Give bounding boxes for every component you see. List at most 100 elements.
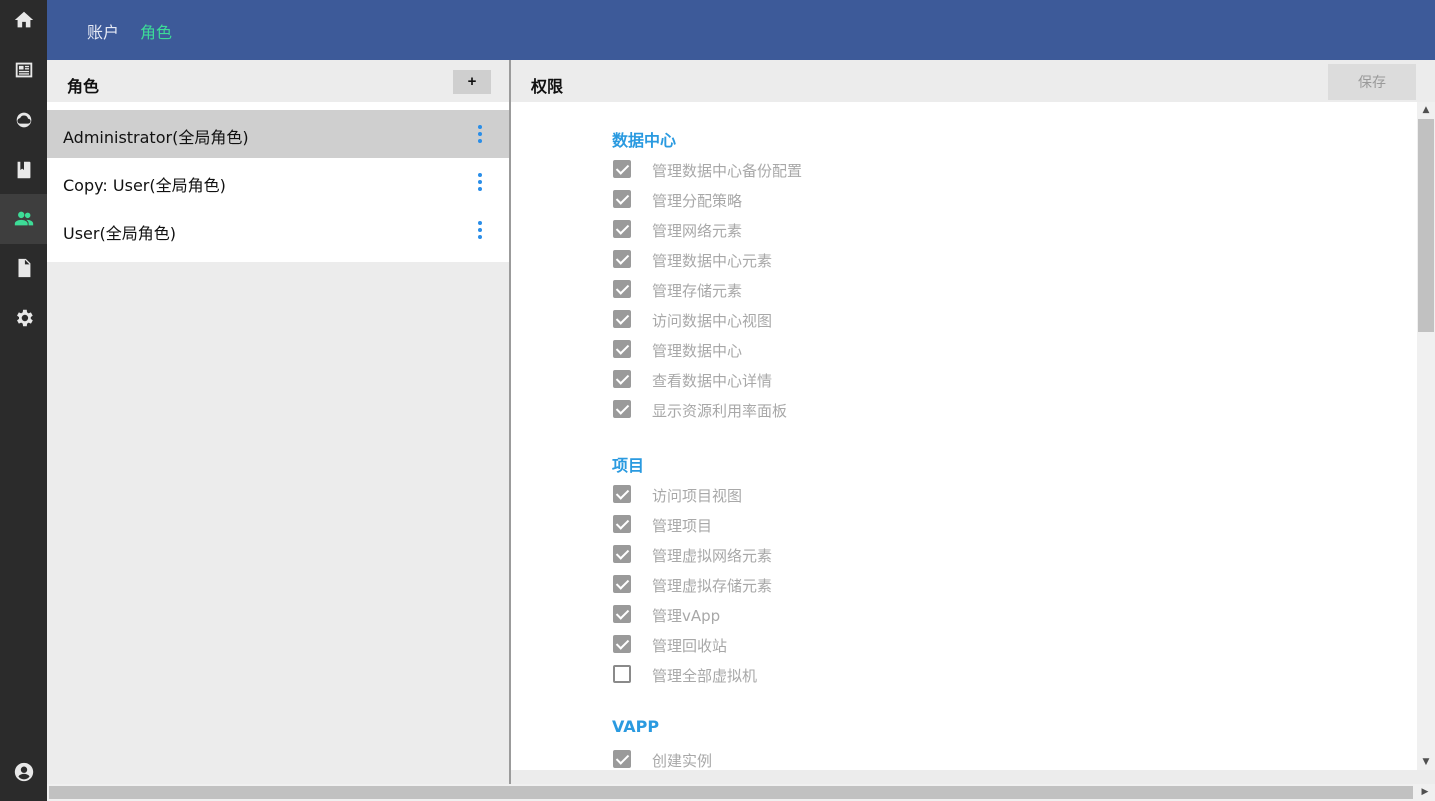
permission-row: 管理回收站: [613, 634, 1013, 656]
permission-checkbox[interactable]: [613, 515, 631, 533]
permission-checkbox[interactable]: [613, 750, 631, 768]
gear-icon: [16, 309, 33, 327]
permission-checkbox[interactable]: [613, 250, 631, 268]
permission-row: 管理vApp: [613, 604, 1013, 626]
scroll-right-arrow-icon[interactable]: ▶: [1417, 784, 1433, 801]
role-list: Administrator(全局角色) Copy: User(全局角色) Use…: [47, 102, 509, 262]
permission-label: 创建实例: [652, 752, 713, 770]
rail-book[interactable]: [0, 145, 47, 195]
permission-label: 管理vApp: [652, 607, 721, 625]
role-menu-kebab-icon[interactable]: [472, 170, 488, 194]
rail-document[interactable]: [0, 243, 47, 293]
permission-checkbox[interactable]: [613, 340, 631, 358]
permission-checkbox[interactable]: [613, 190, 631, 208]
permission-row: 管理虚拟存储元素: [613, 574, 1013, 596]
permission-label: 管理虚拟网络元素: [652, 547, 773, 565]
role-item-copy-user[interactable]: Copy: User(全局角色): [47, 158, 509, 206]
rail-cloud[interactable]: [0, 95, 47, 145]
role-item-user[interactable]: User(全局角色): [47, 206, 509, 254]
permission-checkbox[interactable]: [613, 485, 631, 503]
permission-row: 管理数据中心: [613, 339, 1013, 361]
permission-checkbox[interactable]: [613, 370, 631, 388]
vertical-scroll-thumb[interactable]: [1418, 119, 1434, 332]
permission-row: 管理网络元素: [613, 219, 1013, 241]
add-role-button[interactable]: +: [453, 70, 491, 94]
document-icon: [18, 258, 30, 278]
permission-row: 查看数据中心详情: [613, 369, 1013, 391]
rail-users[interactable]: [0, 194, 47, 244]
role-name: Administrator(全局角色): [63, 128, 249, 147]
roles-panel: 角色 + Administrator(全局角色) Copy: User(全局角色…: [47, 60, 511, 784]
role-menu-kebab-icon[interactable]: [472, 122, 488, 146]
section-title-datacenter: 数据中心: [612, 131, 677, 150]
role-menu-kebab-icon[interactable]: [472, 218, 488, 242]
permissions-list: 数据中心 管理数据中心备份配置 管理分配策略 管理网络元素 管理数据中心元素 管…: [511, 102, 1417, 770]
rail-home[interactable]: [0, 0, 47, 45]
book-icon: [17, 161, 30, 179]
permission-checkbox[interactable]: [613, 220, 631, 238]
permission-checkbox[interactable]: [613, 635, 631, 653]
role-item-administrator[interactable]: Administrator(全局角色): [47, 110, 509, 158]
dashboard-icon: [15, 62, 32, 78]
scroll-up-arrow-icon[interactable]: ▲: [1417, 102, 1435, 118]
horizontal-scrollbar[interactable]: ▶: [47, 784, 1435, 801]
tab-roles[interactable]: 角色: [140, 19, 172, 43]
permissions-panel: 权限 保存 数据中心 管理数据中心备份配置 管理分配策略 管理网络元素 管理数据…: [511, 60, 1435, 784]
permission-checkbox[interactable]: [613, 280, 631, 298]
save-button[interactable]: 保存: [1328, 64, 1416, 100]
permission-row: 管理分配策略: [613, 189, 1013, 211]
rail-dashboard[interactable]: [0, 45, 47, 95]
permission-checkbox[interactable]: [613, 575, 631, 593]
home-icon: [14, 11, 33, 28]
permission-checkbox[interactable]: [613, 310, 631, 328]
vertical-scrollbar[interactable]: ▲ ▼: [1417, 102, 1435, 770]
permissions-footer: [511, 770, 1435, 784]
permissions-title: 权限: [531, 77, 564, 96]
permission-label: 管理回收站: [652, 637, 728, 655]
permissions-header: 权限 保存: [511, 60, 1435, 102]
permission-row: 显示资源利用率面板: [613, 399, 1013, 421]
role-name: User(全局角色): [63, 224, 176, 243]
permission-row: 访问项目视图: [613, 484, 1013, 506]
permission-label: 管理虚拟存储元素: [652, 577, 773, 595]
section-title-project: 项目: [612, 456, 645, 475]
permission-row: 管理数据中心备份配置: [613, 159, 1013, 181]
permission-label: 管理分配策略: [652, 192, 743, 210]
role-name: Copy: User(全局角色): [63, 176, 226, 195]
permission-label: 管理项目: [652, 517, 713, 535]
permission-label: 管理数据中心元素: [652, 252, 773, 270]
roles-header: 角色 +: [47, 60, 509, 102]
rail-account[interactable]: [0, 747, 47, 797]
permission-label: 查看数据中心详情: [652, 372, 773, 390]
permission-row: 管理数据中心元素: [613, 249, 1013, 271]
permission-checkbox[interactable]: [613, 665, 631, 683]
permission-label: 管理全部虚拟机: [652, 667, 758, 685]
section-title-vapp: VAPP: [612, 717, 660, 736]
permission-label: 显示资源利用率面板: [652, 402, 788, 420]
scroll-down-arrow-icon[interactable]: ▼: [1417, 754, 1435, 770]
top-header: 账户 角色: [47, 0, 1435, 60]
rail-settings[interactable]: [0, 293, 47, 343]
permission-row: 访问数据中心视图: [613, 309, 1013, 331]
permission-label: 访问项目视图: [652, 487, 743, 505]
permission-label: 管理数据中心: [652, 342, 743, 360]
permission-label: 管理存储元素: [652, 282, 743, 300]
permission-label: 管理数据中心备份配置: [652, 162, 803, 180]
permission-checkbox[interactable]: [613, 545, 631, 563]
permission-row: 管理项目: [613, 514, 1013, 536]
permission-checkbox[interactable]: [613, 605, 631, 623]
horizontal-scroll-thumb[interactable]: [49, 786, 1413, 799]
permission-checkbox[interactable]: [613, 160, 631, 178]
cloud-icon: [16, 112, 31, 128]
users-icon: [14, 211, 33, 226]
permission-row: 管理全部虚拟机: [613, 664, 1013, 686]
roles-title: 角色: [67, 77, 100, 96]
permission-row: 创建实例: [613, 749, 1013, 770]
account-circle-icon: [14, 762, 33, 782]
permission-checkbox[interactable]: [613, 400, 631, 418]
permission-row: 管理虚拟网络元素: [613, 544, 1013, 566]
tab-accounts[interactable]: 账户: [87, 19, 119, 43]
permission-label: 管理网络元素: [652, 222, 743, 240]
permission-row: 管理存储元素: [613, 279, 1013, 301]
nav-rail: [0, 0, 47, 801]
